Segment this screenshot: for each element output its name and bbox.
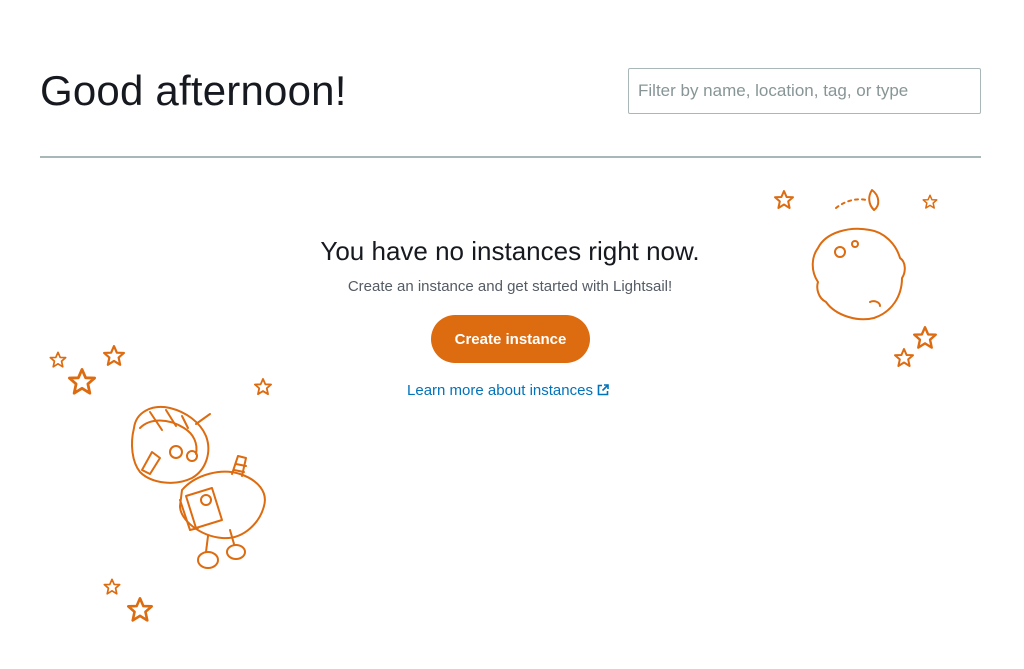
learn-more-label: Learn more about instances xyxy=(407,382,593,399)
page: Good afternoon! Filter by name, location… xyxy=(0,0,1024,669)
learn-more-container: Learn more about instances xyxy=(0,381,1016,401)
learn-more-link[interactable]: Learn more about instances xyxy=(407,382,609,399)
star-icon xyxy=(103,578,121,595)
star-icon xyxy=(774,190,794,209)
star-icon xyxy=(127,596,153,622)
header-divider xyxy=(40,156,981,158)
filter-input[interactable] xyxy=(628,68,981,114)
empty-state-subtitle: Create an instance and get started with … xyxy=(347,278,673,295)
star-icon xyxy=(102,345,126,366)
star-icon xyxy=(49,351,67,368)
star-icon xyxy=(894,348,914,367)
robot-icon xyxy=(131,406,266,569)
page-title: Good afternoon! xyxy=(40,67,347,114)
star-icon xyxy=(913,326,937,349)
create-instance-button[interactable]: Create instance xyxy=(431,315,590,363)
empty-state-title: You have no instances right now. xyxy=(320,236,700,266)
external-link-icon xyxy=(597,384,609,396)
star-icon xyxy=(922,194,938,209)
